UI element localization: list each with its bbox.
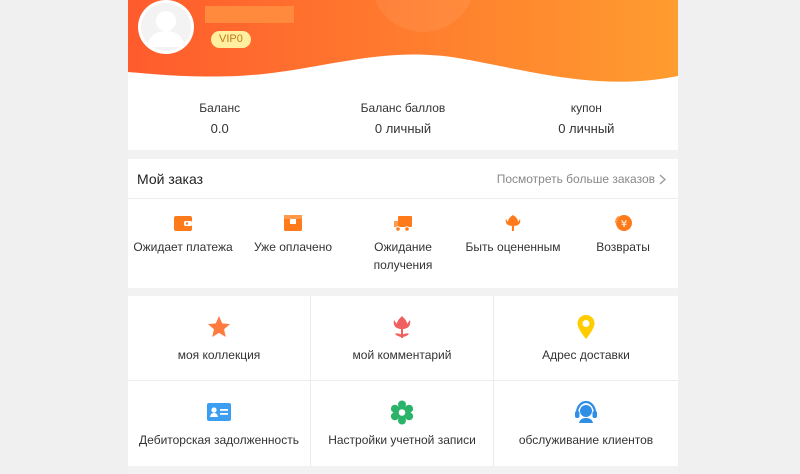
- points-label: Баланс баллов: [360, 101, 446, 115]
- chevron-right-icon: [659, 174, 666, 184]
- balance-value: 0.0: [210, 121, 229, 136]
- service-label: моя коллекция: [177, 348, 261, 362]
- id-card-icon: [207, 403, 231, 421]
- order-status-to-review[interactable]: Быть оцененным: [458, 199, 568, 274]
- service-label: обслуживание клиентов: [518, 433, 654, 447]
- wallet-icon: [174, 216, 192, 231]
- service-delivery-address[interactable]: Адрес доставки: [494, 296, 678, 381]
- service-account-settings[interactable]: Настройки учетной записи: [311, 381, 494, 466]
- orders-header: Мой заказ Посмотреть больше заказов: [128, 159, 678, 199]
- vip-badge: VIP0: [211, 31, 251, 48]
- coupon-label: купон: [570, 101, 602, 115]
- username-redacted: [205, 6, 294, 23]
- balance-row: Баланс 0.0 Баланс баллов 0 личный купон …: [128, 84, 678, 150]
- profile-header: VIP0: [128, 0, 678, 84]
- star-icon: [208, 316, 230, 337]
- service-label: Дебиторская задолженность: [139, 433, 299, 447]
- service-receivables[interactable]: Дебиторская задолженность: [128, 381, 311, 466]
- order-status-label: Быть оцененным: [465, 240, 561, 254]
- points-item[interactable]: Баланс баллов 0 личный: [311, 84, 494, 150]
- order-status-list: Ожидает платежа Уже оплачено Ожидание по…: [128, 199, 678, 274]
- order-status-label: Ожидает платежа: [133, 240, 233, 254]
- gear-icon: [390, 400, 414, 425]
- avatar[interactable]: [138, 0, 194, 54]
- order-status-label: Уже оплачено: [253, 240, 333, 254]
- view-more-orders-link[interactable]: Посмотреть больше заказов: [497, 172, 666, 186]
- order-status-returns[interactable]: ¥ Возвраты: [568, 199, 678, 274]
- view-more-label: Посмотреть больше заказов: [496, 172, 655, 186]
- flower-icon: [505, 215, 521, 231]
- headset-icon: [575, 400, 597, 423]
- service-my-collection[interactable]: моя коллекция: [128, 296, 311, 381]
- order-status-label: Возвраты: [596, 240, 650, 254]
- svg-text:¥: ¥: [621, 219, 627, 230]
- coupon-item[interactable]: купон 0 личный: [495, 84, 678, 150]
- order-status-label: Ожидание получения: [373, 240, 433, 272]
- tulip-icon: [393, 316, 411, 338]
- service-label: Настройки учетной записи: [328, 433, 476, 447]
- services-grid: моя коллекция мой комментарий Адрес дост…: [128, 296, 678, 466]
- service-customer-support[interactable]: обслуживание клиентов: [494, 381, 678, 466]
- truck-icon: [394, 216, 412, 232]
- box-icon: [284, 215, 302, 231]
- service-my-comment[interactable]: мой комментарий: [311, 296, 494, 381]
- orders-title: Мой заказ: [137, 171, 204, 187]
- order-status-awaiting-receipt[interactable]: Ожидание получения: [348, 199, 458, 274]
- balance-item[interactable]: Баланс 0.0: [128, 84, 311, 150]
- order-status-pending-payment[interactable]: Ожидает платежа: [128, 199, 238, 274]
- account-page: VIP0 Баланс 0.0 Баланс баллов 0 личный к…: [128, 0, 678, 474]
- order-status-paid[interactable]: Уже оплачено: [238, 199, 348, 274]
- refund-icon: ¥: [615, 215, 632, 231]
- points-value: 0 личный: [374, 121, 432, 136]
- balance-label: Баланс: [199, 101, 241, 115]
- coupon-value: 0 личный: [558, 121, 615, 136]
- service-label: мой комментарий: [352, 348, 452, 362]
- service-label: Адрес доставки: [542, 348, 630, 362]
- user-placeholder-icon: [147, 11, 185, 47]
- orders-section: Мой заказ Посмотреть больше заказов Ожид…: [128, 159, 678, 288]
- location-pin-icon: [577, 315, 595, 339]
